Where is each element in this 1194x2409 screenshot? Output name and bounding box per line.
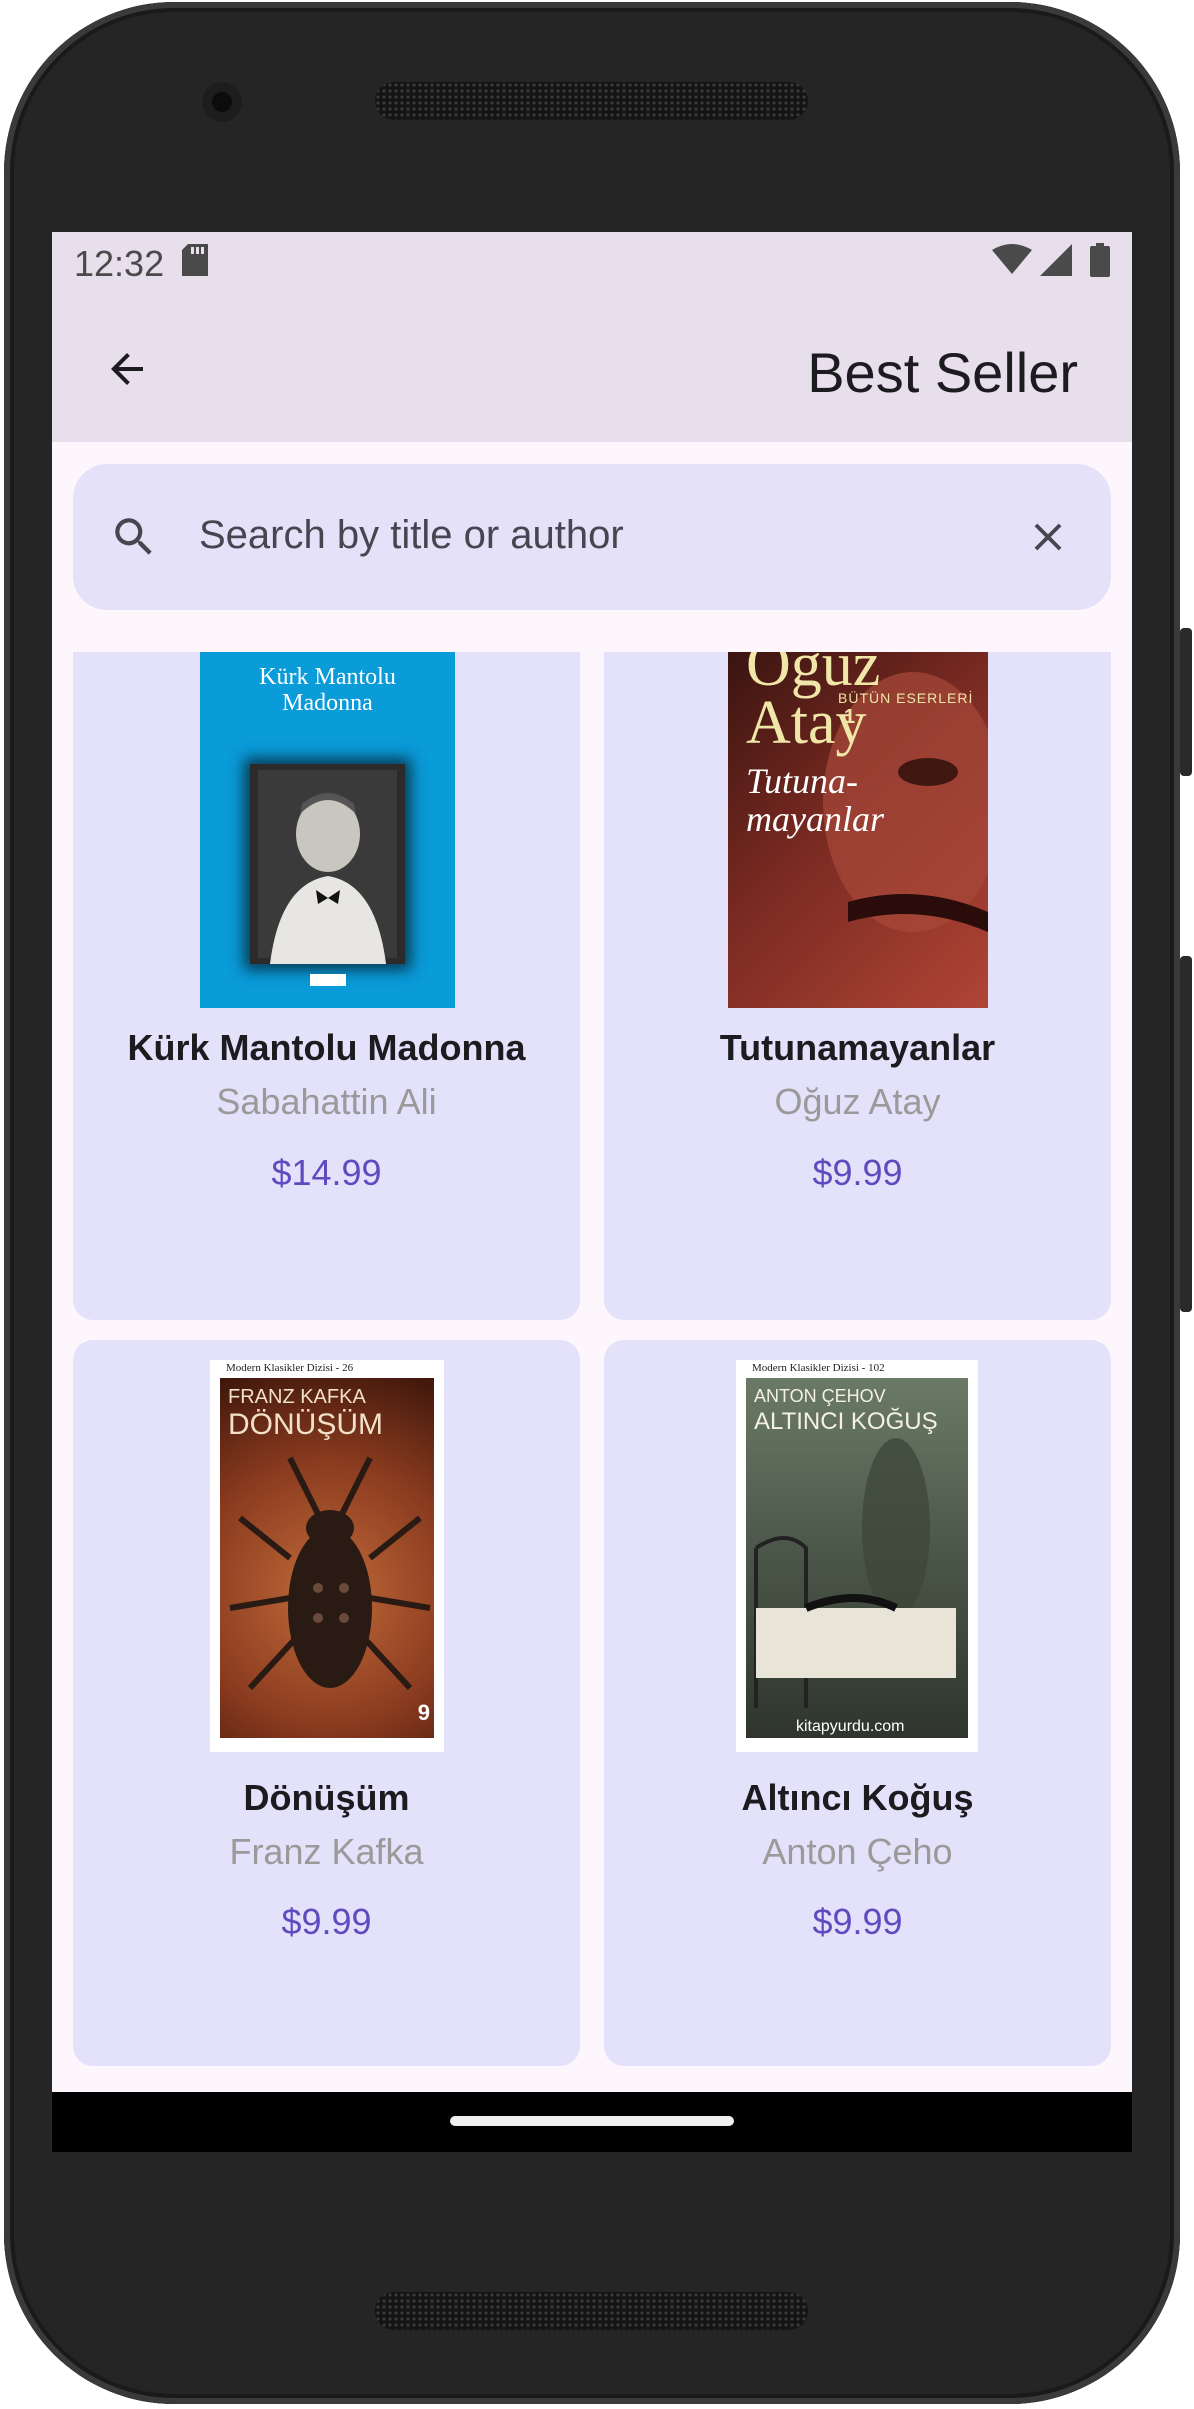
book-author: Anton Çeho — [762, 1831, 953, 1872]
book-author: Franz Kafka — [229, 1831, 424, 1872]
book-price: $9.99 — [812, 1152, 903, 1193]
front-camera — [202, 82, 242, 122]
screen: 12:32 Best Seller Search by title or aut… — [52, 232, 1132, 2152]
cover-author: FRANZ KAFKA — [228, 1386, 366, 1408]
book-cover: Modern Klasikler Dizisi - 26 FRANZ KAFKA… — [210, 1360, 444, 1752]
cover-series-header: Modern Klasikler Dizisi - 26 — [226, 1362, 354, 1374]
book-cover: Modern Klasikler Dizisi - 102 ANTON ÇEHO… — [736, 1360, 978, 1752]
cover-title-line: Kürk Mantolu — [259, 664, 396, 690]
book-card[interactable]: Kürk Mantolu Madonna Kürk Mantolu Madonn… — [73, 652, 580, 1320]
app-bar: Best Seller — [52, 296, 1132, 442]
book-title: Tutunamayanlar — [719, 1027, 996, 1068]
wifi-icon — [992, 243, 1032, 285]
search-input[interactable]: Search by title or author — [199, 513, 624, 558]
status-icons — [992, 242, 1110, 286]
bottom-speaker — [375, 2292, 808, 2330]
book-price: $9.99 — [281, 1901, 372, 1942]
search-icon[interactable] — [109, 512, 159, 567]
cover-photo — [250, 764, 405, 964]
cover-series: BÜTÜN ESERLERİ 1 — [838, 690, 988, 729]
cover-title: DÖNÜŞÜM — [228, 1408, 383, 1441]
cover-series-header: Modern Klasikler Dizisi - 102 — [752, 1362, 885, 1374]
cover-title-line: Tutuna- — [746, 761, 859, 801]
cover-title-line: Madonna — [282, 690, 373, 716]
book-cover: Kürk Mantolu Madonna — [200, 652, 455, 1008]
book-card[interactable]: Modern Klasikler Dizisi - 26 FRANZ KAFKA… — [73, 1340, 580, 2066]
power-button — [1180, 956, 1192, 1312]
status-time: 12:32 — [74, 243, 165, 284]
book-author: Oğuz Atay — [774, 1081, 941, 1122]
phone-frame: 12:32 Best Seller Search by title or aut… — [0, 0, 1194, 2409]
battery-icon — [1090, 242, 1110, 286]
book-card[interactable]: Modern Klasikler Dizisi - 102 ANTON ÇEHO… — [604, 1340, 1111, 2066]
close-icon[interactable] — [1025, 514, 1071, 565]
cover-author: ANTON ÇEHOV — [754, 1386, 886, 1406]
page-title: Best Seller — [807, 341, 1078, 404]
book-title: Kürk Mantolu Madonna — [127, 1027, 526, 1068]
cover-number: 9 — [417, 1700, 430, 1725]
book-grid: Kürk Mantolu Madonna Kürk Mantolu Madonn… — [52, 652, 1132, 2092]
signal-icon — [1040, 243, 1072, 285]
back-button[interactable] — [96, 338, 158, 400]
book-title: Altıncı Koğuş — [741, 1777, 974, 1818]
book-cover: Oğuz Atay BÜTÜN ESERLERİ 1 Tutuna- mayan… — [728, 652, 988, 1008]
cover-series-label: BÜTÜN ESERLERİ — [838, 690, 974, 706]
cover-watermark: kitapyurdu.com — [796, 1718, 905, 1735]
navigation-bar — [52, 2092, 1132, 2152]
publisher-logo — [310, 974, 346, 986]
cover-title-line: mayanlar — [746, 799, 884, 839]
book-price: $14.99 — [271, 1152, 382, 1193]
book-author: Sabahattin Ali — [216, 1081, 437, 1122]
cover-title: ALTINCI KOĞUŞ — [754, 1408, 938, 1435]
search-bar[interactable]: Search by title or author — [73, 464, 1111, 610]
home-gesture-handle[interactable] — [450, 2116, 734, 2126]
book-price: $9.99 — [812, 1901, 903, 1942]
sd-card-icon — [182, 243, 209, 285]
cover-series-number: 1 — [844, 706, 857, 728]
status-bar: 12:32 — [52, 232, 1132, 296]
volume-button — [1180, 628, 1192, 776]
book-title: Dönüşüm — [243, 1777, 410, 1818]
book-card[interactable]: Oğuz Atay BÜTÜN ESERLERİ 1 Tutuna- mayan… — [604, 652, 1111, 1320]
arrow-back-icon — [111, 353, 143, 385]
top-speaker — [375, 82, 808, 120]
